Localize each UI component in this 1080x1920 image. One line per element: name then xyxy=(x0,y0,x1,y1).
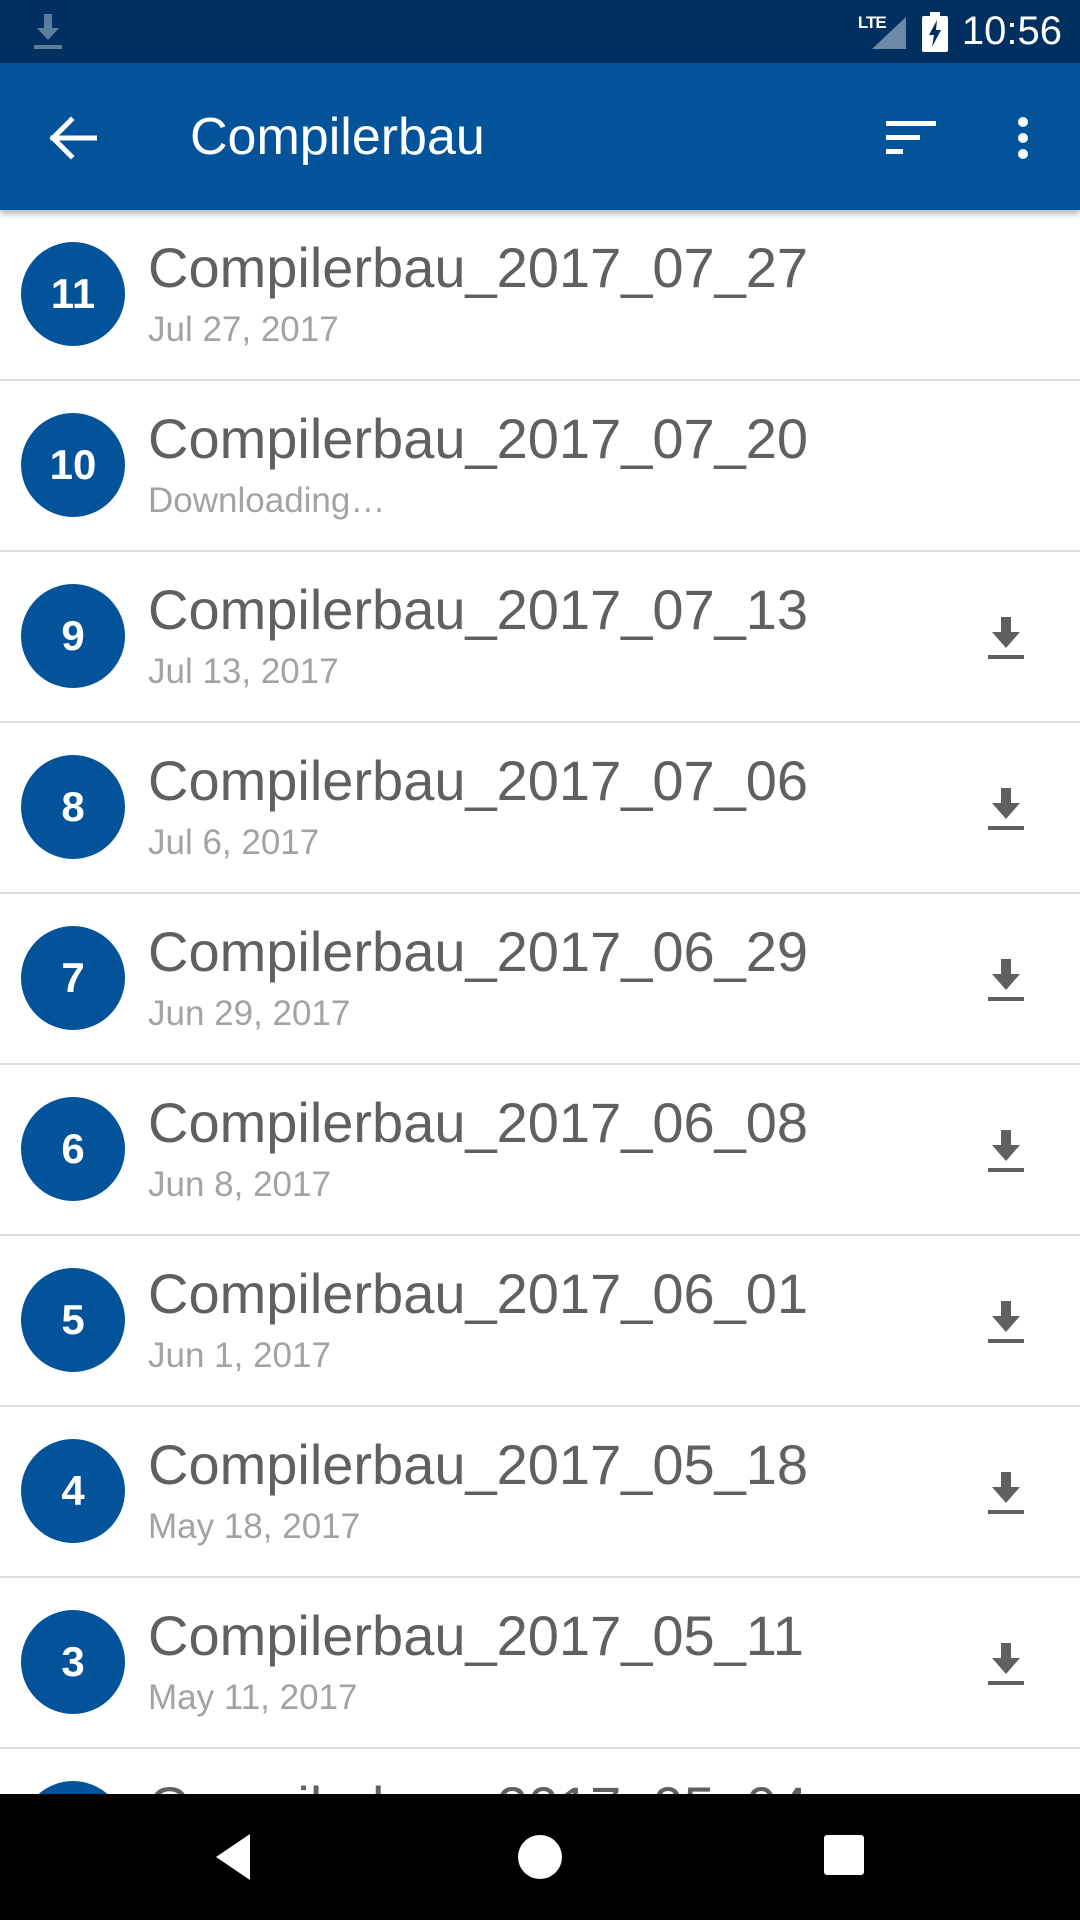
list-item[interactable]: 6 Compilerbau_2017_06_08 Jun 8, 2017 xyxy=(0,1065,1080,1236)
download-icon xyxy=(988,1643,1024,1685)
download-button[interactable] xyxy=(980,1125,1032,1177)
back-button[interactable] xyxy=(38,103,108,173)
episode-number-badge: 3 xyxy=(21,1610,125,1714)
download-button[interactable] xyxy=(980,1296,1032,1348)
episode-number-badge: 10 xyxy=(21,413,125,517)
episode-number-badge: 7 xyxy=(21,926,125,1030)
episode-subtitle: Jul 6, 2017 xyxy=(148,823,320,862)
episode-title: Compilerbau_2017_05_11 xyxy=(148,1604,804,1667)
download-icon xyxy=(988,959,1024,1001)
sort-icon xyxy=(886,121,936,154)
episode-subtitle: Jun 8, 2017 xyxy=(148,1165,331,1204)
download-icon xyxy=(988,617,1024,659)
episode-title: Compilerbau_2017_05_18 xyxy=(148,1433,809,1496)
download-button[interactable] xyxy=(980,1638,1032,1690)
download-notification-icon xyxy=(30,12,66,52)
list-item[interactable]: 10 Compilerbau_2017_07_20 Downloading… xyxy=(0,381,1080,552)
list-item[interactable]: 3 Compilerbau_2017_05_11 May 11, 2017 xyxy=(0,1578,1080,1749)
episode-title: Compilerbau_2017_07_20 xyxy=(148,407,809,470)
episode-number-badge: 4 xyxy=(21,1439,125,1543)
episode-title: Compilerbau_2017_06_08 xyxy=(148,1091,809,1154)
download-icon xyxy=(988,1130,1024,1172)
episode-title: Compilerbau_2017_05_04 xyxy=(148,1775,808,1794)
battery-charging-icon xyxy=(921,11,948,52)
episode-subtitle: Downloading… xyxy=(148,481,386,520)
episode-subtitle: Jun 29, 2017 xyxy=(148,994,351,1033)
download-button[interactable] xyxy=(980,783,1032,835)
episode-title: Compilerbau_2017_06_29 xyxy=(148,920,809,983)
download-button[interactable] xyxy=(980,954,1032,1006)
app-bar: Compilerbau xyxy=(0,63,1080,210)
nav-recents-button[interactable] xyxy=(824,1835,864,1875)
nav-home-button[interactable] xyxy=(518,1835,562,1879)
download-icon xyxy=(988,788,1024,830)
episode-subtitle: May 18, 2017 xyxy=(148,1507,361,1546)
episode-subtitle: Jun 1, 2017 xyxy=(148,1336,331,1375)
navigation-bar xyxy=(0,1794,1080,1920)
page-title: Compilerbau xyxy=(190,108,485,166)
sort-button[interactable] xyxy=(876,103,946,173)
episode-subtitle: Jul 27, 2017 xyxy=(148,310,339,349)
list-item[interactable]: 7 Compilerbau_2017_06_29 Jun 29, 2017 xyxy=(0,894,1080,1065)
more-options-button[interactable] xyxy=(988,103,1058,173)
episode-number-badge: 6 xyxy=(21,1097,125,1201)
episode-list[interactable]: 11 Compilerbau_2017_07_27 Jul 27, 2017 10 Co… xyxy=(0,210,1080,1794)
episode-title: Compilerbau_2017_07_06 xyxy=(148,749,809,812)
episode-number-badge: 8 xyxy=(21,755,125,859)
nav-back-button[interactable] xyxy=(210,1828,266,1886)
download-icon xyxy=(988,1472,1024,1514)
list-item[interactable]: 9 Compilerbau_2017_07_13 Jul 13, 2017 xyxy=(0,552,1080,723)
episode-number-badge: 2 xyxy=(21,1781,125,1794)
episode-number-badge: 9 xyxy=(21,584,125,688)
list-item[interactable]: 11 Compilerbau_2017_07_27 Jul 27, 2017 xyxy=(0,210,1080,381)
status-indicators: LTE 10:56 xyxy=(858,0,1062,63)
lte-signal-icon: LTE xyxy=(858,13,908,51)
triangle-back-icon xyxy=(216,1834,250,1880)
arrow-back-icon xyxy=(49,116,97,160)
list-item[interactable]: 2 Compilerbau_2017_05_04 xyxy=(0,1749,1080,1794)
episode-number-badge: 11 xyxy=(21,242,125,346)
episode-subtitle: Jul 13, 2017 xyxy=(148,652,339,691)
download-icon xyxy=(988,1301,1024,1343)
more-vert-icon xyxy=(1018,117,1028,159)
clock: 10:56 xyxy=(961,9,1062,53)
list-item[interactable]: 8 Compilerbau_2017_07_06 Jul 6, 2017 xyxy=(0,723,1080,894)
status-bar: LTE 10:56 xyxy=(0,0,1080,63)
list-item[interactable]: 4 Compilerbau_2017_05_18 May 18, 2017 xyxy=(0,1407,1080,1578)
episode-title: Compilerbau_2017_06_01 xyxy=(148,1262,809,1325)
episode-number-badge: 5 xyxy=(21,1268,125,1372)
episode-subtitle: May 11, 2017 xyxy=(148,1678,358,1717)
list-item[interactable]: 5 Compilerbau_2017_06_01 Jun 1, 2017 xyxy=(0,1236,1080,1407)
download-button[interactable] xyxy=(980,612,1032,664)
download-button[interactable] xyxy=(980,1467,1032,1519)
episode-title: Compilerbau_2017_07_27 xyxy=(148,236,809,299)
episode-title: Compilerbau_2017_07_13 xyxy=(148,578,809,641)
